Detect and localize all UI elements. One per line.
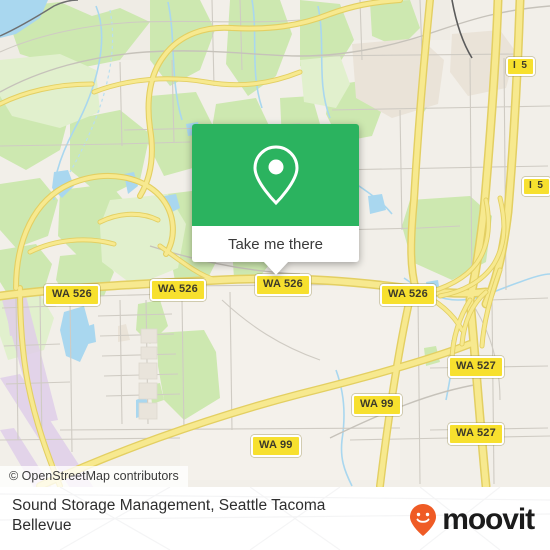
popup-pointer [262, 261, 289, 275]
moovit-map-screenshot: I 5 I 5 WA 526 WA 526 WA 526 WA 526 WA 5… [0, 0, 550, 550]
shield-wa526-4: WA 526 [380, 284, 436, 306]
shield-wa526-1: WA 526 [44, 284, 100, 306]
map-canvas[interactable]: I 5 I 5 WA 526 WA 526 WA 526 WA 526 WA 5… [0, 0, 550, 487]
location-popup-card[interactable]: Take me there [192, 124, 359, 275]
shield-wa526-3: WA 526 [255, 274, 311, 296]
shield-wa99-2: WA 99 [251, 435, 301, 457]
popup-header [192, 124, 359, 226]
shield-wa527-1: WA 527 [448, 356, 504, 378]
shield-i5-north: I 5 [506, 57, 536, 76]
take-me-there-label: Take me there [227, 235, 324, 253]
shield-wa99-1: WA 99 [352, 394, 402, 416]
popup-footer[interactable]: Take me there [192, 226, 359, 275]
footer-bar: Sound Storage Management, Seattle Tacoma… [0, 487, 550, 550]
place-title: Sound Storage Management, Seattle Tacoma… [12, 497, 326, 534]
moovit-logo[interactable]: moovit [408, 503, 535, 537]
moovit-pin-icon [410, 504, 437, 536]
shield-wa527-2: WA 527 [448, 423, 504, 445]
shield-wa526-2: WA 526 [150, 279, 206, 301]
osm-attribution[interactable]: © OpenStreetMap contributors [0, 466, 188, 487]
shield-i5-south: I 5 [522, 177, 550, 196]
map-pin-icon [252, 145, 299, 206]
moovit-wordmark: moovit [442, 503, 535, 536]
